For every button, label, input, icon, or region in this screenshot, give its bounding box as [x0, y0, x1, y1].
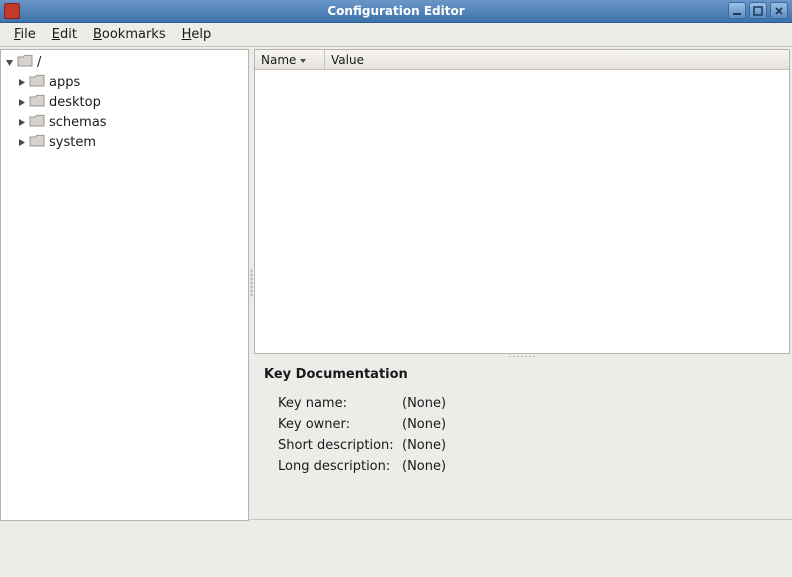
titlebar: Configuration Editor	[0, 0, 792, 23]
doc-heading: Key Documentation	[264, 367, 780, 382]
doc-row-key-name: Key name: (None)	[278, 396, 780, 411]
doc-label: Key name:	[278, 396, 402, 411]
doc-value: (None)	[402, 459, 446, 474]
minimize-button[interactable]	[728, 2, 746, 19]
expander-right-icon[interactable]	[15, 78, 27, 87]
expander-down-icon[interactable]	[3, 58, 15, 67]
app-icon	[4, 3, 20, 19]
key-documentation-panel: Key Documentation Key name: (None) Key o…	[254, 359, 790, 517]
tree-item-label: system	[49, 135, 96, 150]
doc-value: (None)	[402, 396, 446, 411]
vertical-splitter[interactable]	[249, 47, 254, 519]
tree-item-label: desktop	[49, 95, 101, 110]
doc-label: Long description:	[278, 459, 402, 474]
window-controls	[728, 2, 788, 19]
doc-value: (None)	[402, 438, 446, 453]
bottom-bar	[0, 519, 792, 577]
right-pane: Name Value Key Documentation Key name: (…	[254, 49, 790, 517]
folder-icon	[17, 54, 33, 71]
horizontal-splitter[interactable]	[254, 354, 790, 359]
column-header-value[interactable]: Value	[325, 50, 789, 69]
sort-indicator-icon	[299, 53, 307, 67]
doc-row-key-owner: Key owner: (None)	[278, 417, 780, 432]
menu-help[interactable]: Help	[174, 25, 220, 44]
tree-item-label: apps	[49, 75, 80, 90]
maximize-button[interactable]	[749, 2, 767, 19]
key-table: Name Value	[254, 49, 790, 354]
doc-row-long-desc: Long description: (None)	[278, 459, 780, 474]
doc-row-short-desc: Short description: (None)	[278, 438, 780, 453]
close-button[interactable]	[770, 2, 788, 19]
doc-label: Short description:	[278, 438, 402, 453]
main-area: / apps desktop	[0, 47, 792, 519]
table-header: Name Value	[255, 50, 789, 70]
tree-item-apps[interactable]: apps	[1, 72, 248, 92]
folder-icon	[29, 94, 45, 111]
menu-file[interactable]: File	[6, 25, 44, 44]
doc-value: (None)	[402, 417, 446, 432]
column-label: Name	[261, 53, 296, 67]
expander-right-icon[interactable]	[15, 138, 27, 147]
tree-item-schemas[interactable]: schemas	[1, 112, 248, 132]
menubar: File Edit Bookmarks Help	[0, 23, 792, 47]
menu-accel: E	[52, 27, 60, 42]
column-header-name[interactable]: Name	[255, 50, 325, 69]
column-label: Value	[331, 53, 364, 67]
tree: / apps desktop	[1, 50, 248, 154]
tree-root-label: /	[37, 55, 41, 70]
folder-icon	[29, 114, 45, 131]
doc-rows: Key name: (None) Key owner: (None) Short…	[264, 396, 780, 474]
doc-label: Key owner:	[278, 417, 402, 432]
expander-right-icon[interactable]	[15, 98, 27, 107]
tree-root[interactable]: /	[1, 52, 248, 72]
tree-panel[interactable]: / apps desktop	[0, 49, 249, 521]
tree-item-system[interactable]: system	[1, 132, 248, 152]
folder-icon	[29, 134, 45, 151]
window-title: Configuration Editor	[0, 4, 792, 18]
menu-accel: B	[93, 27, 102, 42]
tree-item-desktop[interactable]: desktop	[1, 92, 248, 112]
menu-accel: H	[182, 27, 192, 42]
menu-bookmarks[interactable]: Bookmarks	[85, 25, 174, 44]
folder-icon	[29, 74, 45, 91]
menu-edit[interactable]: Edit	[44, 25, 85, 44]
expander-right-icon[interactable]	[15, 118, 27, 127]
table-body[interactable]	[255, 70, 789, 353]
tree-item-label: schemas	[49, 115, 107, 130]
